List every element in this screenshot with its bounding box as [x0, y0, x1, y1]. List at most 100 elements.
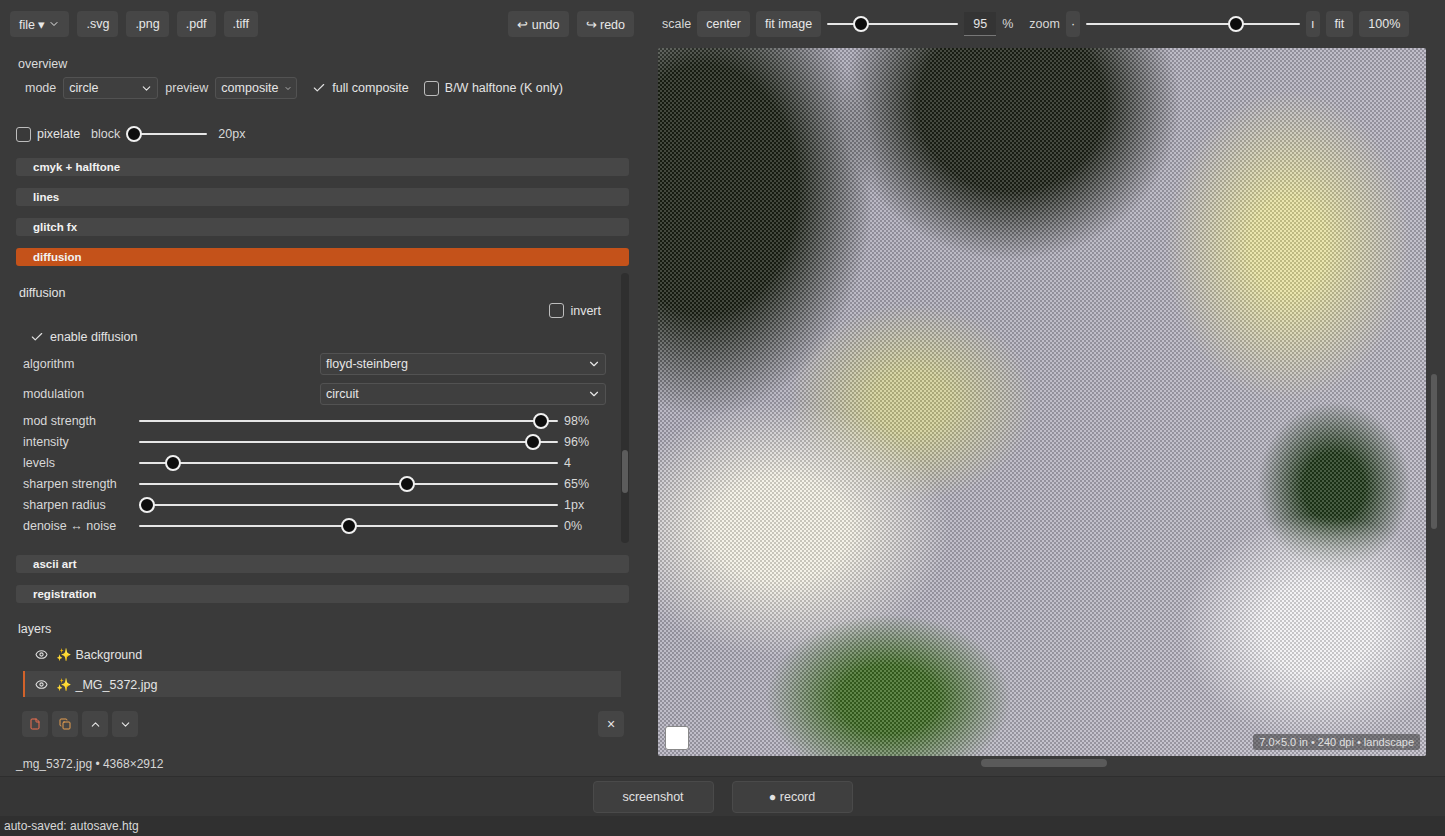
slider-row: levels4 [16, 452, 617, 473]
export-button[interactable]: .svg [77, 11, 118, 37]
export-button[interactable]: .pdf [177, 11, 216, 37]
export-button[interactable]: .png [126, 11, 168, 37]
left-column: file ▾ .svg .png .pdf .tiff ↩ undo ↪ redo overv… [0, 0, 650, 776]
enable-checkbox[interactable]: enable diffusion [16, 328, 617, 346]
slider[interactable] [139, 413, 558, 429]
zoom-out-button[interactable]: · [1066, 11, 1080, 37]
slider-thumb[interactable] [126, 126, 142, 142]
slider-thumb[interactable] [1228, 16, 1244, 32]
option-checkbox[interactable]: B/W halftone (K only) [424, 81, 563, 96]
move-up-button[interactable] [82, 711, 108, 737]
export-button[interactable]: .tiff [224, 11, 258, 37]
diffusion-body: diffusion invert enable diffusion algorithm… [16, 273, 629, 543]
slider-thumb[interactable] [399, 476, 415, 492]
fit-button[interactable]: fit [1326, 11, 1354, 37]
block-slider[interactable] [127, 126, 207, 142]
section-header[interactable]: cmyk + halftone [16, 158, 629, 176]
slider[interactable] [139, 518, 558, 534]
canvas-area: 7.0×5.0 in • 240 dpi • landscape [658, 48, 1440, 756]
slider[interactable] [139, 455, 558, 471]
section-header[interactable]: lines [16, 188, 629, 206]
size-badge: 7.0×5.0 in • 240 dpi • landscape [1253, 734, 1420, 750]
preview-select[interactable]: composite [215, 77, 297, 99]
scrollbar[interactable] [621, 273, 629, 543]
new-layer-button[interactable] [22, 711, 48, 737]
file-menu[interactable]: file ▾ [10, 11, 69, 37]
section-header[interactable]: glitch fx [16, 218, 629, 236]
layer-row[interactable]: ✨ Background [23, 641, 621, 667]
mode-row: modecirclepreviewcompositefull composite… [16, 76, 629, 100]
duplicate-layer-button[interactable] [52, 711, 78, 737]
capture-button[interactable]: screenshot [593, 781, 714, 813]
eye-icon[interactable] [35, 648, 48, 661]
canvas-image[interactable]: 7.0×5.0 in • 240 dpi • landscape [658, 48, 1426, 756]
slider-row: sharpen strength65% [16, 473, 617, 494]
app: file ▾ .svg .png .pdf .tiff ↩ undo ↪ redo overv… [0, 0, 1445, 836]
chevron-icon [284, 82, 292, 95]
zoom-slider[interactable] [1086, 16, 1300, 32]
select-row: algorithmfloyd-steinberg [16, 352, 617, 376]
eye-icon[interactable] [35, 678, 48, 691]
main: file ▾ .svg .png .pdf .tiff ↩ undo ↪ redo overv… [0, 0, 1445, 776]
diffusion-title: diffusion [16, 285, 617, 301]
scale-input[interactable]: 95 [964, 12, 996, 36]
slider-thumb[interactable] [341, 518, 357, 534]
status-bar: auto-saved: autosave.htg [0, 816, 1445, 836]
copy-icon [59, 718, 71, 730]
slider-row: mod strength98% [16, 410, 617, 431]
up-icon [89, 718, 102, 731]
layer-row[interactable]: ✨ _MG_5372.jpg [23, 671, 621, 697]
chevron-icon [48, 18, 60, 30]
checkbox[interactable] [16, 127, 31, 142]
slider-thumb[interactable] [165, 455, 181, 471]
select-row: modulationcircuit [16, 382, 617, 406]
vertical-scrollbar[interactable] [1426, 48, 1440, 756]
checkbox[interactable] [424, 81, 439, 96]
right-column: scalecenterfit image95%zoom·ıfit100%7.0×… [650, 0, 1445, 776]
toolbar: file ▾ .svg .png .pdf .tiff ↩ undo ↪ redo [0, 0, 650, 48]
slider-thumb[interactable] [139, 497, 155, 513]
scale-slider[interactable] [827, 16, 958, 32]
capture-button[interactable]: ● record [732, 781, 853, 813]
chevron-icon [587, 357, 601, 371]
select[interactable]: circuit [320, 383, 606, 405]
mode-select[interactable]: circle [63, 77, 158, 99]
move-down-button[interactable] [112, 711, 138, 737]
down-icon [119, 718, 132, 731]
view-toolbar: scalecenterfit image95%zoom·ıfit100% [658, 0, 1440, 48]
check-icon[interactable] [312, 81, 326, 95]
checkbox[interactable] [549, 303, 564, 318]
slider-thumb[interactable] [533, 413, 549, 429]
scroll-thumb[interactable] [1431, 374, 1437, 530]
settings-panel: overviewmodecirclepreviewcompositefull c… [0, 48, 650, 776]
option-checkbox[interactable]: full composite [312, 81, 408, 95]
section-header[interactable]: registration [16, 585, 629, 603]
center-button[interactable]: center [697, 11, 750, 37]
zoom-in-button[interactable]: ı [1306, 11, 1319, 37]
section-header[interactable]: diffusion [16, 248, 629, 266]
slider[interactable] [139, 434, 558, 450]
fit-image-button[interactable]: fit image [756, 11, 821, 37]
select[interactable]: floyd-steinberg [320, 353, 606, 375]
scroll-thumb[interactable] [622, 450, 628, 493]
capture-bar: screenshot ● record [0, 776, 1445, 816]
scroll-thumb[interactable] [981, 759, 1108, 767]
layers-title: layers [16, 621, 629, 637]
slider[interactable] [139, 497, 558, 513]
pixelate-checkbox[interactable]: pixelate [16, 127, 80, 142]
overview-title: overview [16, 56, 629, 72]
slider[interactable] [139, 476, 558, 492]
slider-row: sharpen radius1px [16, 494, 617, 515]
chevron-icon [140, 82, 153, 95]
color-swatch[interactable] [665, 726, 689, 750]
actual-size-button[interactable]: 100% [1359, 11, 1409, 37]
chevron-icon [587, 387, 601, 401]
check-icon[interactable] [30, 330, 44, 344]
undo-button[interactable]: ↩ undo [508, 11, 568, 37]
invert-checkbox[interactable]: invert [549, 303, 601, 318]
slider-thumb[interactable] [525, 434, 541, 450]
redo-button[interactable]: ↪ redo [577, 11, 635, 37]
slider-thumb[interactable] [853, 16, 869, 32]
delete-layer-button[interactable]: × [598, 711, 624, 737]
section-header[interactable]: ascii art [16, 555, 629, 573]
